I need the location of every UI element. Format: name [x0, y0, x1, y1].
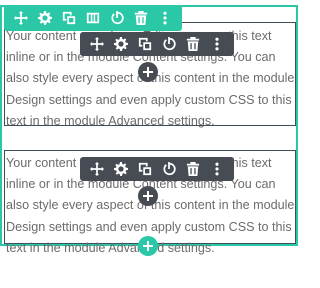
duplicate-icon[interactable] [58, 7, 80, 29]
trash-icon[interactable] [130, 7, 152, 29]
power-icon[interactable] [158, 33, 180, 55]
move-icon[interactable] [10, 7, 32, 29]
power-icon[interactable] [106, 7, 128, 29]
row-toolbar [4, 5, 182, 31]
settings-gear-icon[interactable] [110, 33, 132, 55]
columns-icon[interactable] [82, 7, 104, 29]
more-options-icon[interactable] [154, 7, 176, 29]
add-module-button[interactable] [138, 186, 158, 206]
trash-icon[interactable] [182, 158, 204, 180]
add-module-button[interactable] [138, 62, 158, 82]
trash-icon[interactable] [182, 33, 204, 55]
module-toolbar [80, 157, 234, 181]
duplicate-icon[interactable] [134, 158, 156, 180]
duplicate-icon[interactable] [134, 33, 156, 55]
settings-gear-icon[interactable] [34, 7, 56, 29]
power-icon[interactable] [158, 158, 180, 180]
settings-gear-icon[interactable] [110, 158, 132, 180]
add-row-button[interactable] [138, 236, 158, 256]
more-options-icon[interactable] [206, 158, 228, 180]
module-toolbar [80, 32, 234, 56]
move-icon[interactable] [86, 33, 108, 55]
more-options-icon[interactable] [206, 33, 228, 55]
move-icon[interactable] [86, 158, 108, 180]
